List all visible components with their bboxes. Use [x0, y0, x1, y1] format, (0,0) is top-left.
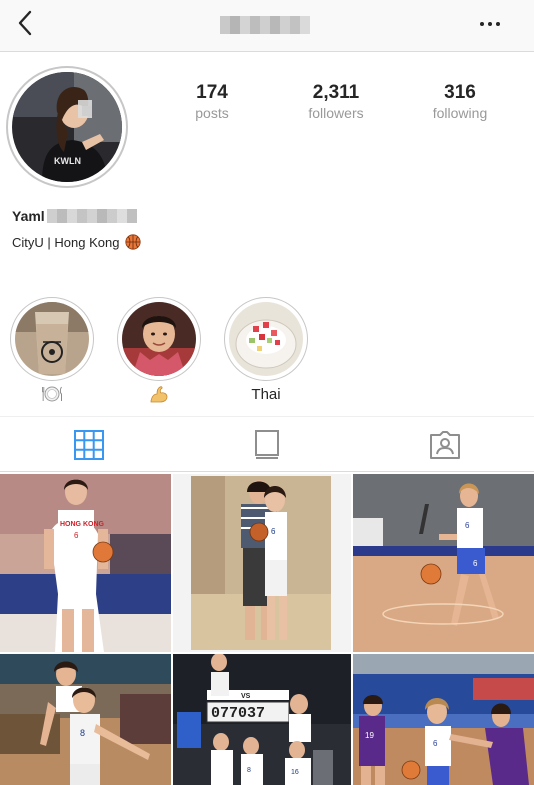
plate-cutlery-icon — [42, 386, 62, 402]
svg-text:KWLN: KWLN — [54, 156, 81, 166]
highlight-label-fitness — [117, 385, 201, 405]
svg-text:077037: 077037 — [211, 705, 265, 722]
story-highlights: Thai — [0, 297, 534, 409]
svg-text:8: 8 — [80, 728, 85, 738]
highlight-ring — [224, 297, 308, 381]
highlight-cover-drink — [15, 302, 89, 376]
stat-following[interactable]: 316 following — [398, 82, 522, 126]
grid-photo-4[interactable]: 8 — [0, 654, 171, 785]
svg-text:6: 6 — [74, 531, 79, 540]
profile-bio: CityU | Hong Kong — [12, 232, 142, 252]
stat-followers[interactable]: 2,311 followers — [274, 82, 398, 126]
svg-text:8: 8 — [247, 767, 251, 774]
highlight-fitness[interactable] — [117, 297, 201, 407]
highlight-label-food — [10, 385, 94, 405]
profile-stats: 174 posts 2,311 followers 316 following — [150, 82, 534, 126]
grid-photo-5[interactable]: VS 077037 8 16 — [173, 654, 351, 785]
profile-screen: KWLN 174 posts 2,311 followers 316 follo… — [0, 0, 534, 785]
profile-full-name: Yaml — [12, 206, 137, 226]
tagged-person-icon — [430, 430, 460, 459]
basketball-icon — [125, 234, 142, 250]
full-name-text: Yaml — [12, 208, 45, 224]
svg-text:19: 19 — [365, 731, 374, 740]
following-label: following — [432, 105, 488, 121]
svg-text:VS: VS — [241, 693, 251, 700]
grid-photo-2[interactable]: 6 — [173, 474, 351, 652]
full-name-pixelated — [46, 209, 137, 223]
tab-feed[interactable] — [178, 417, 356, 472]
highlight-food[interactable] — [10, 297, 94, 407]
avatar: KWLN — [12, 72, 122, 182]
top-navigation-bar — [0, 0, 534, 52]
svg-text:6: 6 — [473, 559, 478, 568]
svg-text:6: 6 — [433, 739, 438, 748]
followers-count: 2,311 — [312, 82, 360, 103]
svg-text:16: 16 — [291, 769, 299, 776]
profile-tab-bar — [0, 416, 534, 472]
photo-grid: HONG KONG 6 6 6 6 8 VS 077037 8 16 19 6 — [0, 474, 534, 785]
chevron-left-icon — [18, 10, 32, 36]
highlight-ring — [10, 297, 94, 381]
followers-label: followers — [308, 105, 364, 121]
feed-list-icon — [255, 429, 279, 459]
tab-tagged[interactable] — [356, 417, 534, 472]
grid-photo-3[interactable]: 6 6 — [353, 474, 534, 652]
username-pixelated — [219, 14, 311, 36]
posts-label: posts — [195, 105, 229, 121]
highlight-thai[interactable]: Thai — [224, 297, 308, 407]
svg-text:6: 6 — [271, 527, 276, 536]
flexed-biceps-icon — [150, 386, 168, 403]
grid-photo-6[interactable]: 19 6 — [353, 654, 534, 785]
tab-grid[interactable] — [0, 417, 178, 472]
highlight-cover-dessert — [229, 302, 303, 376]
following-count: 316 — [444, 82, 476, 103]
highlight-cover-selfie — [122, 302, 196, 376]
more-options-button[interactable] — [474, 12, 506, 36]
profile-avatar-ring[interactable]: KWLN — [6, 66, 128, 188]
more-horizontal-icon — [480, 22, 484, 26]
stat-posts[interactable]: 174 posts — [150, 82, 274, 126]
back-button[interactable] — [10, 8, 40, 38]
highlight-ring — [117, 297, 201, 381]
svg-text:HONG KONG: HONG KONG — [60, 521, 105, 528]
svg-text:6: 6 — [465, 521, 470, 530]
grid-icon — [74, 429, 104, 460]
bio-text: CityU | Hong Kong — [12, 234, 120, 250]
posts-count: 174 — [196, 82, 228, 103]
grid-photo-1[interactable]: HONG KONG 6 — [0, 474, 171, 652]
highlight-label-thai: Thai — [251, 386, 281, 403]
